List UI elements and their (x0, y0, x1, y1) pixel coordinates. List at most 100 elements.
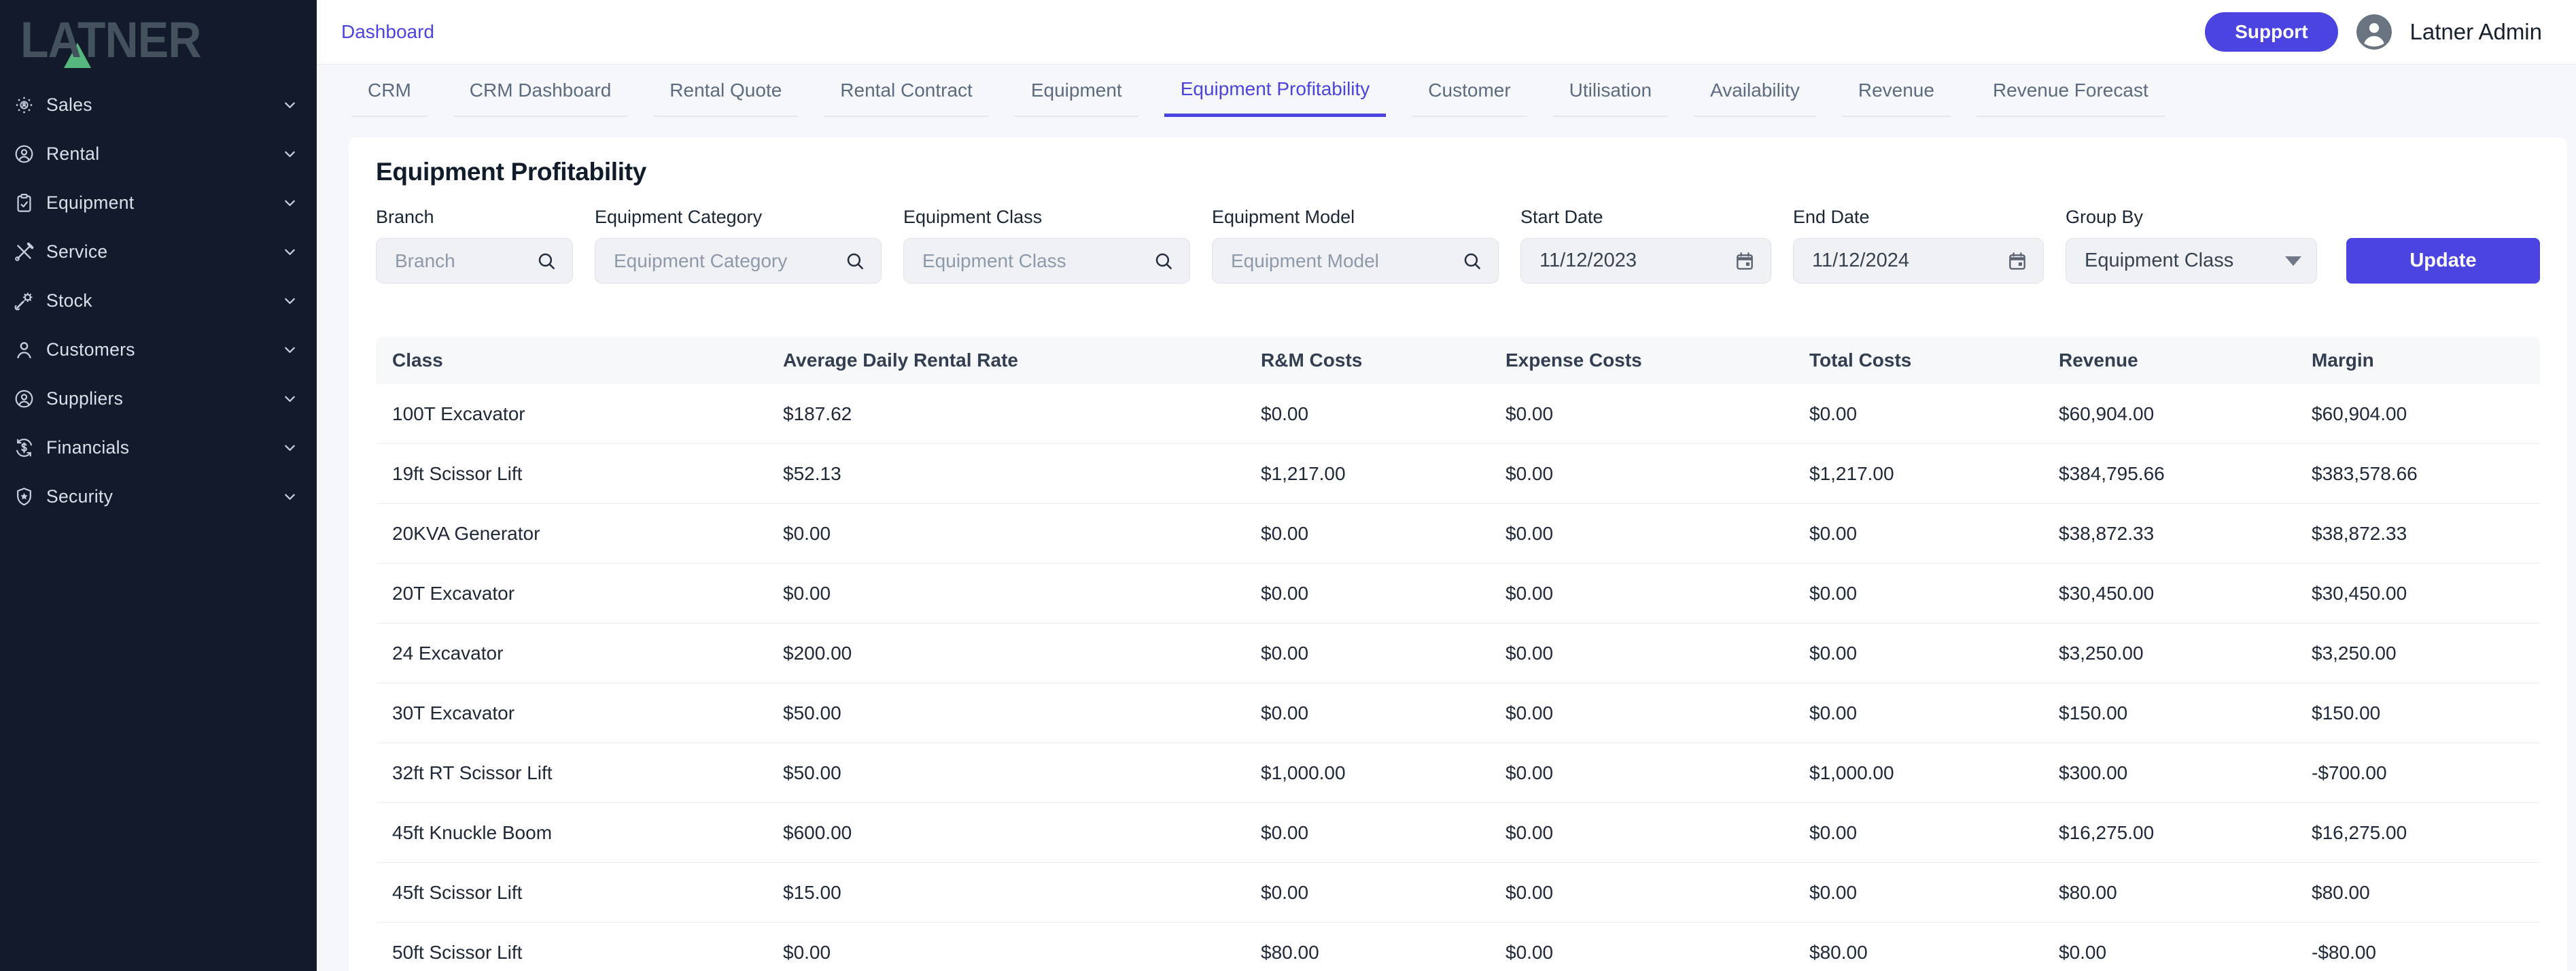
input-placeholder: Equipment Category (614, 250, 787, 272)
table-row-100t-excavator[interactable]: 100T Excavator$187.62$0.00$0.00$0.00$60,… (376, 384, 2540, 444)
sidebar-nav: SalesRentalEquipment Service StockCustomer… (0, 80, 317, 521)
cell-r-m-costs: $0.00 (1261, 523, 1505, 545)
sidebar-item-suppliers[interactable]: Suppliers (0, 374, 317, 423)
sidebar-item-security[interactable]: Security (0, 472, 317, 521)
table-row-45ft-scissor-lift[interactable]: 45ft Scissor Lift$15.00$0.00$0.00$0.00$8… (376, 863, 2540, 923)
user-avatar[interactable] (2356, 14, 2392, 50)
filter-group-by: Group ByEquipment Class (2066, 207, 2317, 284)
table-row-24-excavator[interactable]: 24 Excavator$200.00$0.00$0.00$0.00$3,250… (376, 624, 2540, 683)
cell-r-m-costs: $0.00 (1261, 403, 1505, 425)
search-icon[interactable] (1461, 250, 1483, 272)
search-icon[interactable] (536, 250, 557, 272)
cell-total-costs: $1,000.00 (1809, 762, 2059, 784)
cell-revenue: $300.00 (2059, 762, 2312, 784)
chevron-down-icon[interactable] (281, 390, 299, 408)
tab-availability[interactable]: Availability (1694, 65, 1816, 117)
chevron-down-icon[interactable] (281, 145, 299, 163)
table-row-19ft-scissor-lift[interactable]: 19ft Scissor Lift$52.13$1,217.00$0.00$1,… (376, 444, 2540, 504)
table-row-20t-excavator[interactable]: 20T Excavator$0.00$0.00$0.00$0.00$30,450… (376, 564, 2540, 624)
app-root: LATNER SalesRentalEquipmentServiceStockC… (0, 0, 2576, 971)
rental-account-icon (13, 143, 35, 165)
equipment-category-input[interactable]: Equipment Category (595, 238, 882, 284)
branch-input[interactable]: Branch (376, 238, 573, 284)
table-row-32ft-rt-scissor-lift[interactable]: 32ft RT Scissor Lift$50.00$1,000.00$0.00… (376, 743, 2540, 803)
customers-person-icon (13, 339, 35, 361)
table-row-45ft-knuckle-boom[interactable]: 45ft Knuckle Boom$600.00$0.00$0.00$0.00$… (376, 803, 2540, 863)
sidebar-item-label: Service (46, 241, 281, 262)
sidebar-item-service[interactable]: Service (0, 227, 317, 276)
input-placeholder: Branch (395, 250, 455, 272)
table-row-30t-excavator[interactable]: 30T Excavator$50.00$0.00$0.00$0.00$150.0… (376, 683, 2540, 743)
column-header-margin: Margin (2312, 350, 2540, 371)
cell-total-costs: $80.00 (1809, 942, 2059, 964)
cell-class: 45ft Scissor Lift (392, 882, 783, 904)
cell-class: 45ft Knuckle Boom (392, 822, 783, 844)
chevron-down-icon[interactable] (281, 96, 299, 114)
group-by-select[interactable]: Equipment Class (2066, 238, 2317, 284)
search-icon[interactable] (844, 250, 866, 272)
sidebar-item-label: Financials (46, 437, 281, 458)
chevron-down-icon[interactable] (281, 341, 299, 359)
search-icon[interactable] (1153, 250, 1174, 272)
cell-average-daily-rental-rate: $50.00 (783, 702, 1261, 724)
cell-margin: $80.00 (2312, 882, 2540, 904)
sidebar-item-stock[interactable]: Stock (0, 276, 317, 325)
cell-margin: $150.00 (2312, 702, 2540, 724)
dashboard-link[interactable]: Dashboard (341, 21, 434, 43)
chevron-down-icon[interactable] (281, 439, 299, 457)
sidebar-item-customers[interactable]: Customers (0, 325, 317, 374)
column-header-total-costs: Total Costs (1809, 350, 2059, 371)
cell-margin: $60,904.00 (2312, 403, 2540, 425)
cell-revenue: $80.00 (2059, 882, 2312, 904)
end-date-input[interactable]: 11/12/2024 (1793, 238, 2044, 284)
sidebar-item-financials[interactable]: Financials (0, 423, 317, 472)
cell-expense-costs: $0.00 (1505, 523, 1809, 545)
tab-crm[interactable]: CRM (351, 65, 428, 117)
cell-average-daily-rental-rate: $0.00 (783, 942, 1261, 964)
sidebar-item-equipment[interactable]: Equipment (0, 178, 317, 227)
update-button[interactable]: Update (2346, 238, 2540, 284)
cell-expense-costs: $0.00 (1505, 643, 1809, 664)
cell-margin: $3,250.00 (2312, 643, 2540, 664)
support-button[interactable]: Support (2205, 12, 2337, 52)
equipment-clipboard-icon (13, 192, 35, 214)
cell-r-m-costs: $0.00 (1261, 583, 1505, 604)
profitability-table: ClassAverage Daily Rental RateR&M CostsE… (376, 337, 2540, 971)
tab-equipment-profitability[interactable]: Equipment Profitability (1164, 65, 1387, 117)
tab-revenue[interactable]: Revenue (1842, 65, 1951, 117)
chevron-down-icon[interactable] (281, 243, 299, 261)
table-row-50ft-scissor-lift[interactable]: 50ft Scissor Lift$0.00$80.00$0.00$80.00$… (376, 923, 2540, 971)
cell-expense-costs: $0.00 (1505, 583, 1809, 604)
table-body: 100T Excavator$187.62$0.00$0.00$0.00$60,… (376, 384, 2540, 971)
tab-rental-quote[interactable]: Rental Quote (653, 65, 798, 117)
calendar-icon[interactable] (2006, 250, 2028, 272)
sidebar-item-rental[interactable]: Rental (0, 129, 317, 178)
equipment-class-input[interactable]: Equipment Class (903, 238, 1190, 284)
cell-class: 50ft Scissor Lift (392, 942, 783, 964)
sidebar: LATNER SalesRentalEquipmentServiceStockC… (0, 0, 317, 971)
tab-customer[interactable]: Customer (1412, 65, 1527, 117)
cell-class: 30T Excavator (392, 702, 783, 724)
tab-rental-contract[interactable]: Rental Contract (824, 65, 989, 117)
table-row-20kva-generator[interactable]: 20KVA Generator$0.00$0.00$0.00$0.00$38,8… (376, 504, 2540, 564)
cell-total-costs: $0.00 (1809, 403, 2059, 425)
person-icon (2356, 14, 2392, 50)
equipment-model-input[interactable]: Equipment Model (1212, 238, 1499, 284)
cell-revenue: $30,450.00 (2059, 583, 2312, 604)
select-value: Equipment Class (2085, 250, 2233, 272)
tab-equipment[interactable]: Equipment (1015, 65, 1138, 117)
tab-revenue-forecast[interactable]: Revenue Forecast (1977, 65, 2165, 117)
cell-r-m-costs: $0.00 (1261, 882, 1505, 904)
chevron-down-icon[interactable] (281, 194, 299, 212)
cell-class: 100T Excavator (392, 403, 783, 425)
chevron-down-icon[interactable] (281, 292, 299, 310)
tab-utilisation[interactable]: Utilisation (1553, 65, 1668, 117)
calendar-icon[interactable] (1734, 250, 1756, 272)
chevron-down-icon[interactable] (281, 488, 299, 506)
cell-margin: -$80.00 (2312, 942, 2540, 964)
cell-class: 24 Excavator (392, 643, 783, 664)
cell-r-m-costs: $1,217.00 (1261, 463, 1505, 485)
tab-crm-dashboard[interactable]: CRM Dashboard (453, 65, 628, 117)
start-date-input[interactable]: 11/12/2023 (1520, 238, 1771, 284)
sidebar-item-sales[interactable]: Sales (0, 80, 317, 129)
